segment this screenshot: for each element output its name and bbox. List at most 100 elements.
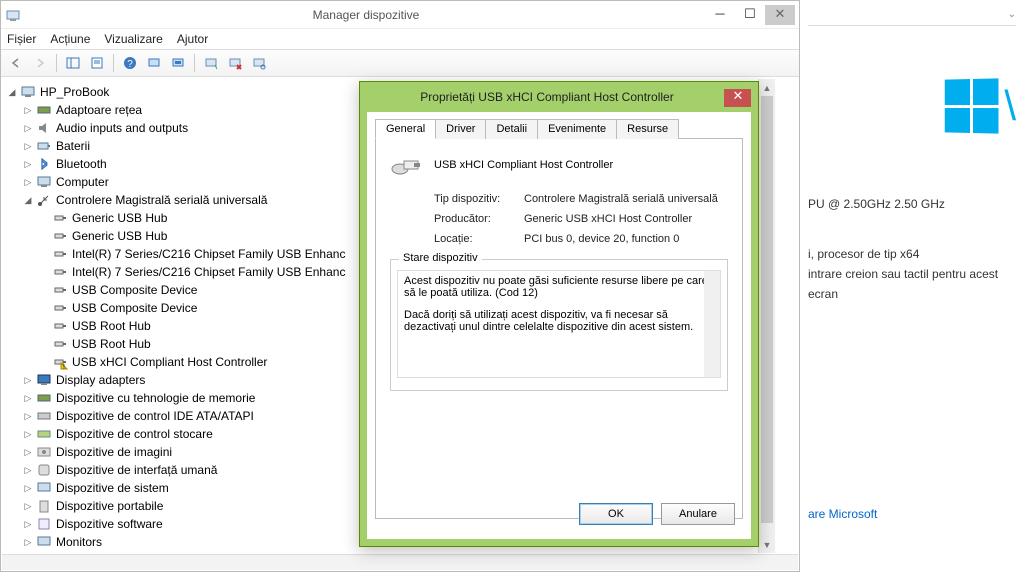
expander-icon[interactable]: ◢: [6, 86, 18, 98]
cancel-button[interactable]: Anulare: [661, 503, 735, 525]
category-icon: [36, 156, 52, 172]
window-controls: ─ ☐ ✕: [705, 5, 795, 25]
expander-icon[interactable]: ▷: [22, 482, 34, 494]
usb-plug-icon: [52, 282, 68, 298]
expander-icon[interactable]: ▷: [22, 140, 34, 152]
show-hide-tree-button[interactable]: [62, 52, 84, 74]
dialog-close-button[interactable]: ✕: [724, 87, 752, 107]
category-icon: [36, 462, 52, 478]
category-icon: [36, 498, 52, 514]
side-dropdown[interactable]: ⌄: [808, 4, 1016, 26]
usb-plug-icon: [52, 246, 68, 262]
label-type: Tip dispozitiv:: [434, 193, 524, 205]
toolbar: ?: [1, 49, 799, 77]
category-icon: [36, 120, 52, 136]
status-text-1: Acest dispozitiv nu poate găsi suficient…: [404, 275, 714, 299]
expander-icon[interactable]: ▷: [22, 104, 34, 116]
view-resources-button[interactable]: [167, 52, 189, 74]
usb-plug-icon: [52, 300, 68, 316]
menu-view[interactable]: Vizualizare: [104, 32, 162, 46]
window-title: Manager dispozitive: [27, 8, 705, 22]
category-icon: [36, 174, 52, 190]
device-name: USB xHCI Compliant Host Controller: [434, 159, 613, 171]
maximize-button[interactable]: ☐: [735, 5, 765, 25]
properties-dialog: Proprietăți USB xHCI Compliant Host Cont…: [359, 81, 759, 547]
tab-details[interactable]: Detalii: [485, 119, 538, 139]
back-button[interactable]: [5, 52, 27, 74]
help-button[interactable]: ?: [119, 52, 141, 74]
category-icon: [36, 426, 52, 442]
category-icon: [36, 390, 52, 406]
category-icon: [36, 534, 52, 550]
category-icon: [36, 102, 52, 118]
usb-plug-icon: [52, 210, 68, 226]
windows-logo-text-fragment: \: [1004, 82, 1016, 130]
expander-icon[interactable]: ▷: [22, 122, 34, 134]
update-driver-button[interactable]: [200, 52, 222, 74]
minimize-button[interactable]: ─: [705, 5, 735, 25]
usb-category-icon: [36, 192, 52, 208]
usb-plug-icon: [52, 336, 68, 352]
status-label: Stare dispozitiv: [399, 252, 482, 264]
expander-icon[interactable]: ◢: [22, 194, 34, 206]
tab-events[interactable]: Evenimente: [537, 119, 617, 139]
tab-general[interactable]: General: [375, 119, 436, 139]
system-info-panel: ⌄ \ PU @ 2.50GHz 2.50 GHz i, procesor de…: [800, 0, 1024, 572]
menubar: Fișier Acțiune Vizualizare Ajutor: [1, 29, 799, 49]
tab-content: USB xHCI Compliant Host Controller Tip d…: [375, 139, 743, 519]
value-location: PCI bus 0, device 20, function 0: [524, 233, 679, 245]
properties-button[interactable]: [86, 52, 108, 74]
vertical-scrollbar[interactable]: ▲ ▼: [758, 79, 775, 553]
expander-icon[interactable]: ▷: [22, 176, 34, 188]
expander-icon[interactable]: ▷: [22, 158, 34, 170]
dialog-titlebar[interactable]: Proprietăți USB xHCI Compliant Host Cont…: [360, 82, 758, 112]
menu-action[interactable]: Acțiune: [50, 32, 90, 46]
status-text-area[interactable]: Acest dispozitiv nu poate găsi suficient…: [397, 270, 721, 378]
usb-plug-icon: [52, 228, 68, 244]
tab-driver[interactable]: Driver: [435, 119, 486, 139]
dialog-body: General Driver Detalii Evenimente Resurs…: [367, 112, 751, 539]
windows-logo-icon: [945, 78, 999, 133]
scan-button[interactable]: [248, 52, 270, 74]
label-vendor: Producător:: [434, 213, 524, 225]
category-icon: [36, 138, 52, 154]
category-icon: [36, 480, 52, 496]
status-scrollbar[interactable]: [704, 271, 720, 377]
ok-button[interactable]: OK: [579, 503, 653, 525]
microsoft-link[interactable]: are Microsoft: [808, 504, 1016, 524]
expander-icon[interactable]: ▷: [22, 374, 34, 386]
expander-icon[interactable]: ▷: [22, 500, 34, 512]
view-devices-button[interactable]: [143, 52, 165, 74]
usb-warning-icon: !: [52, 354, 68, 370]
expander-icon[interactable]: ▷: [22, 518, 34, 530]
menu-help[interactable]: Ajutor: [177, 32, 208, 46]
category-icon: [36, 408, 52, 424]
status-text-2: Dacă doriți să utilizați acest dispoziti…: [404, 309, 714, 333]
expander-icon[interactable]: ▷: [22, 536, 34, 548]
usb-plug-icon: [52, 264, 68, 280]
label-location: Locație:: [434, 233, 524, 245]
value-vendor: Generic USB xHCI Host Controller: [524, 213, 692, 225]
expander-icon[interactable]: ▷: [22, 446, 34, 458]
forward-button[interactable]: [29, 52, 51, 74]
cpu-info: PU @ 2.50GHz 2.50 GHz: [808, 194, 1016, 214]
uninstall-button[interactable]: [224, 52, 246, 74]
expander-icon[interactable]: ▷: [22, 428, 34, 440]
computer-icon: [20, 84, 36, 100]
status-groupbox: Stare dispozitiv Acest dispozitiv nu poa…: [390, 259, 728, 391]
usb-plug-icon: [52, 318, 68, 334]
category-icon: [36, 444, 52, 460]
category-icon: [36, 516, 52, 532]
expander-icon[interactable]: ▷: [22, 410, 34, 422]
svg-text:?: ?: [127, 59, 133, 70]
tab-resources[interactable]: Resurse: [616, 119, 679, 139]
category-icon: [36, 372, 52, 388]
svg-text:!: !: [63, 364, 65, 370]
expander-icon[interactable]: ▷: [22, 392, 34, 404]
expander-icon[interactable]: ▷: [22, 464, 34, 476]
menu-file[interactable]: Fișier: [7, 32, 36, 46]
value-type: Controlere Magistrală serială universală: [524, 193, 718, 205]
titlebar[interactable]: Manager dispozitive ─ ☐ ✕: [1, 1, 799, 29]
dialog-title: Proprietăți USB xHCI Compliant Host Cont…: [370, 90, 724, 104]
close-button[interactable]: ✕: [765, 5, 795, 25]
